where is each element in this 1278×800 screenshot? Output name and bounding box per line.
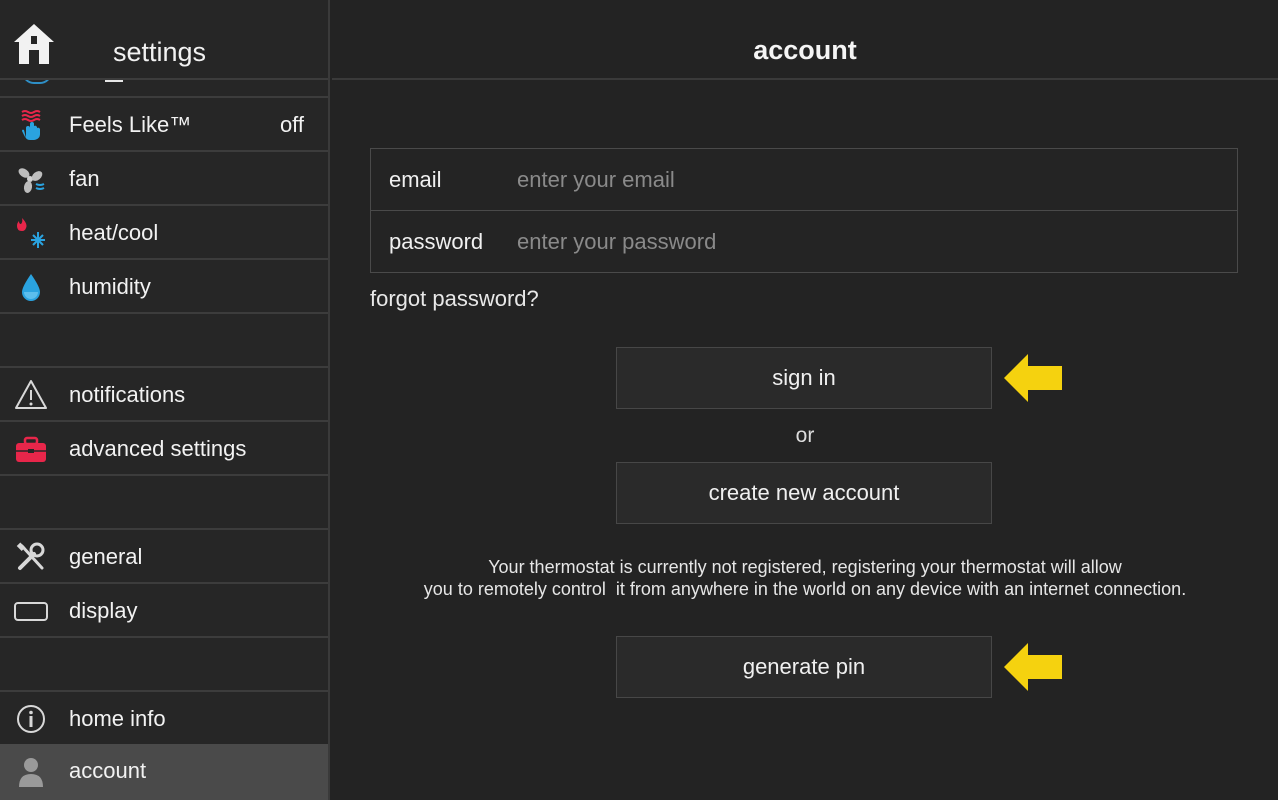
sidebar-header: settings <box>0 0 328 80</box>
sidebar-item-notifications[interactable]: notifications <box>0 368 328 422</box>
sidebar-item-label: heat/cool <box>69 220 159 245</box>
warning-icon <box>15 380 47 409</box>
password-label: password <box>389 229 484 254</box>
home-icon <box>14 24 54 64</box>
forgot-password-link[interactable]: forgot password? <box>370 286 539 312</box>
info-line-2: you to remotely control it from anywhere… <box>423 579 1187 599</box>
sidebar-item-general[interactable]: general <box>0 530 328 584</box>
sidebar-item-label: Feels Like™ <box>69 112 192 137</box>
sidebar-item-humidity[interactable]: humidity <box>0 260 328 314</box>
generate-pin-button[interactable]: generate pin <box>616 636 992 698</box>
sidebar-spacer <box>0 638 328 692</box>
settings-sidebar: settings Feels Like™ off fan heat/cool h… <box>0 0 330 800</box>
account-panel: account email password forgot password? … <box>332 0 1278 800</box>
sidebar-item-display[interactable]: display <box>0 584 328 638</box>
sidebar-item-account[interactable]: account <box>0 744 328 800</box>
arrow-left-icon <box>1004 643 1062 691</box>
sidebar-item-partial[interactable] <box>0 72 328 98</box>
feels-like-status: off <box>279 112 304 137</box>
sidebar-item-label: general <box>69 544 143 569</box>
sidebar-item-label: account <box>69 758 147 783</box>
heat-cool-icon <box>17 218 45 248</box>
page-title: account <box>753 35 857 65</box>
info-icon <box>17 705 45 733</box>
info-line-1: Your thermostat is currently not registe… <box>488 557 1122 577</box>
sidebar-item-label: display <box>69 598 138 623</box>
tools-icon <box>16 542 45 570</box>
sidebar-item-label: home info <box>69 706 166 731</box>
feels-like-icon <box>21 110 41 140</box>
display-icon <box>14 602 48 621</box>
sidebar-item-home-info[interactable]: home info <box>0 692 328 746</box>
fan-icon <box>18 168 45 193</box>
sidebar-item-label: fan <box>69 166 100 191</box>
toolbox-icon <box>16 436 46 462</box>
sidebar-spacer <box>0 476 328 530</box>
sidebar-item-label: humidity <box>69 274 151 299</box>
sidebar-title: settings <box>113 37 207 67</box>
email-row: email <box>371 149 1237 211</box>
login-form: email password <box>370 148 1238 273</box>
user-icon <box>19 758 43 787</box>
sign-in-button[interactable]: sign in <box>616 347 992 409</box>
sidebar-item-label: notifications <box>69 382 186 407</box>
email-field[interactable] <box>517 161 1217 199</box>
password-field[interactable] <box>517 223 1217 261</box>
sidebar-item-fan[interactable]: fan <box>0 152 328 206</box>
email-label: email <box>389 167 442 192</box>
droplet-icon <box>22 274 40 301</box>
sidebar-item-advanced-settings[interactable]: advanced settings <box>0 422 328 476</box>
sidebar-item-feels-like[interactable]: Feels Like™ off <box>0 98 328 152</box>
sidebar-spacer <box>0 314 328 368</box>
sidebar-item-heat-cool[interactable]: heat/cool <box>0 206 328 260</box>
main-header: account <box>332 0 1278 80</box>
registration-info-text: Your thermostat is currently not registe… <box>362 556 1248 600</box>
create-account-button[interactable]: create new account <box>616 462 992 524</box>
or-separator: or <box>795 424 815 447</box>
arrow-left-icon <box>1004 354 1062 402</box>
sidebar-item-label: advanced settings <box>69 436 247 461</box>
home-button[interactable] <box>12 22 56 68</box>
password-row: password <box>371 211 1237 273</box>
